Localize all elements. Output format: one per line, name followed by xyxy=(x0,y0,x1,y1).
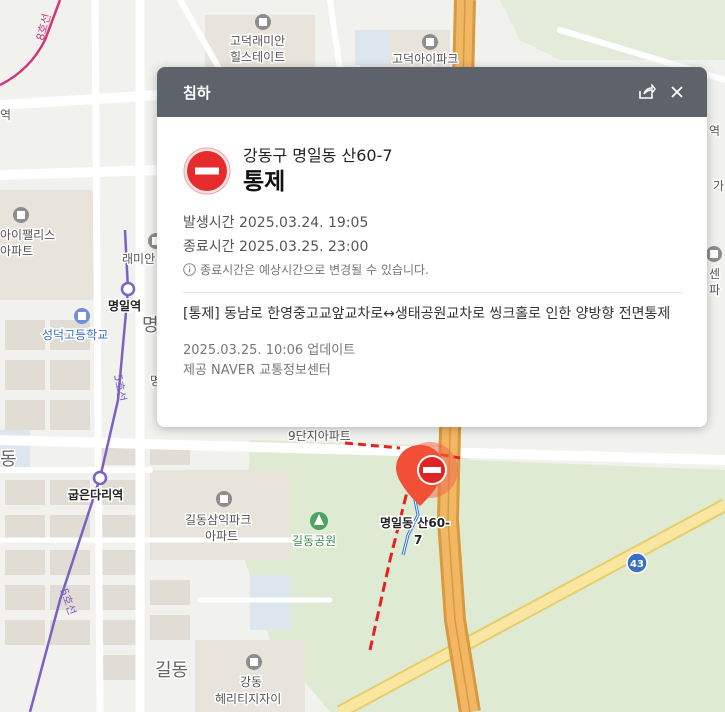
gildong-label: 길동 xyxy=(155,660,188,681)
route-43-label: 43 xyxy=(630,559,644,570)
popup-body: 강동구 명일동 산60-7 통제 발생시간 2025.03.24. 19:05 … xyxy=(157,117,707,381)
incident-summary: 강동구 명일동 산60-7 통제 xyxy=(183,145,681,197)
gildong-heritage-label-1: 강동 xyxy=(240,675,262,689)
popup-header: 침하 xyxy=(157,67,707,117)
raemi-label: 래미안 xyxy=(122,252,155,266)
right-ga-label: 가 xyxy=(713,179,724,193)
apartment-icon xyxy=(13,207,29,223)
danji9-label: 9단지아파트 xyxy=(288,429,351,443)
godeok-raemian-label-1: 고덕래미안 xyxy=(230,34,285,48)
end-time-notice: 종료시간은 예상시간으로 변경될 수 있습니다. xyxy=(183,261,681,278)
ipalace-label-2: 아파트 xyxy=(0,244,33,258)
apartment-icon xyxy=(246,654,262,670)
notice-text: 종료시간은 예상시간으로 변경될 수 있습니다. xyxy=(200,263,429,277)
godeok-ipark-label: 고덕아이파크 xyxy=(392,52,458,66)
gildong-park-label: 길동공원 xyxy=(292,534,336,548)
gildong-park-area xyxy=(245,440,725,712)
apartment-icon xyxy=(422,34,438,50)
right-sen-label: 센 xyxy=(709,267,720,281)
park-icon xyxy=(310,512,328,530)
school-icon xyxy=(74,308,90,324)
gildong-samik-label-2: 아파트 xyxy=(205,529,238,543)
incident-type: 통제 xyxy=(243,169,286,195)
incident-description: [통제] 동남로 한영중고교앞교차로↔생태공원교차로 씽크홀로 인한 양방향 전… xyxy=(183,306,671,322)
dong-left-label: 동 xyxy=(0,449,17,470)
apartment-icon xyxy=(706,246,722,262)
godeun-station-icon[interactable] xyxy=(92,470,108,486)
godeok-raemian-label-2: 힐스테이트 xyxy=(230,50,285,64)
share-button[interactable] xyxy=(635,80,659,104)
marker-label-1: 명일동 산60- xyxy=(380,515,450,530)
divider xyxy=(183,292,682,293)
incident-popup: 침하 강동구 명일동 산60-7 통제 발생시간 2025.03.24. 19:… xyxy=(157,67,707,427)
close-icon xyxy=(671,86,683,98)
end-time: 종료시간 2025.03.25. 23:00 xyxy=(183,239,369,255)
right-par-label: 파 xyxy=(709,283,720,297)
incident-location: 강동구 명일동 산60-7 xyxy=(243,146,393,165)
station-left-top-label: 역 xyxy=(0,108,11,122)
apartment-icon xyxy=(255,14,271,30)
gildong-heritage-label-2: 헤리티지자이 xyxy=(215,692,281,706)
apartment-icon xyxy=(216,491,232,507)
route-43-shield-icon: 43 xyxy=(626,552,648,574)
updated-time: 2025.03.25. 10:06 업데이트 xyxy=(183,343,356,358)
myeongil-station-icon[interactable] xyxy=(120,281,136,297)
marker-label-2: 7 xyxy=(414,533,422,547)
start-time: 발생시간 2025.03.24. 19:05 xyxy=(183,215,369,231)
info-icon xyxy=(183,263,196,276)
gildong-samik-label-1: 길동삼익파크 xyxy=(185,513,251,527)
right-yeok-label: 역 xyxy=(709,124,720,138)
provider: 제공 NAVER 교통정보센터 xyxy=(183,363,331,378)
seongdeok-school-label: 성덕고등학교 xyxy=(42,328,108,342)
popup-title: 침하 xyxy=(183,83,211,102)
ipalace-label-1: 아이팰리스 xyxy=(0,228,55,242)
share-icon xyxy=(639,84,656,99)
water-area xyxy=(355,30,390,65)
no-entry-icon xyxy=(183,147,231,195)
close-button[interactable] xyxy=(665,80,689,104)
godeun-station-label[interactable]: 굽은다리역 xyxy=(67,486,125,504)
myeongil-station-label[interactable]: 명일역 xyxy=(107,297,143,315)
